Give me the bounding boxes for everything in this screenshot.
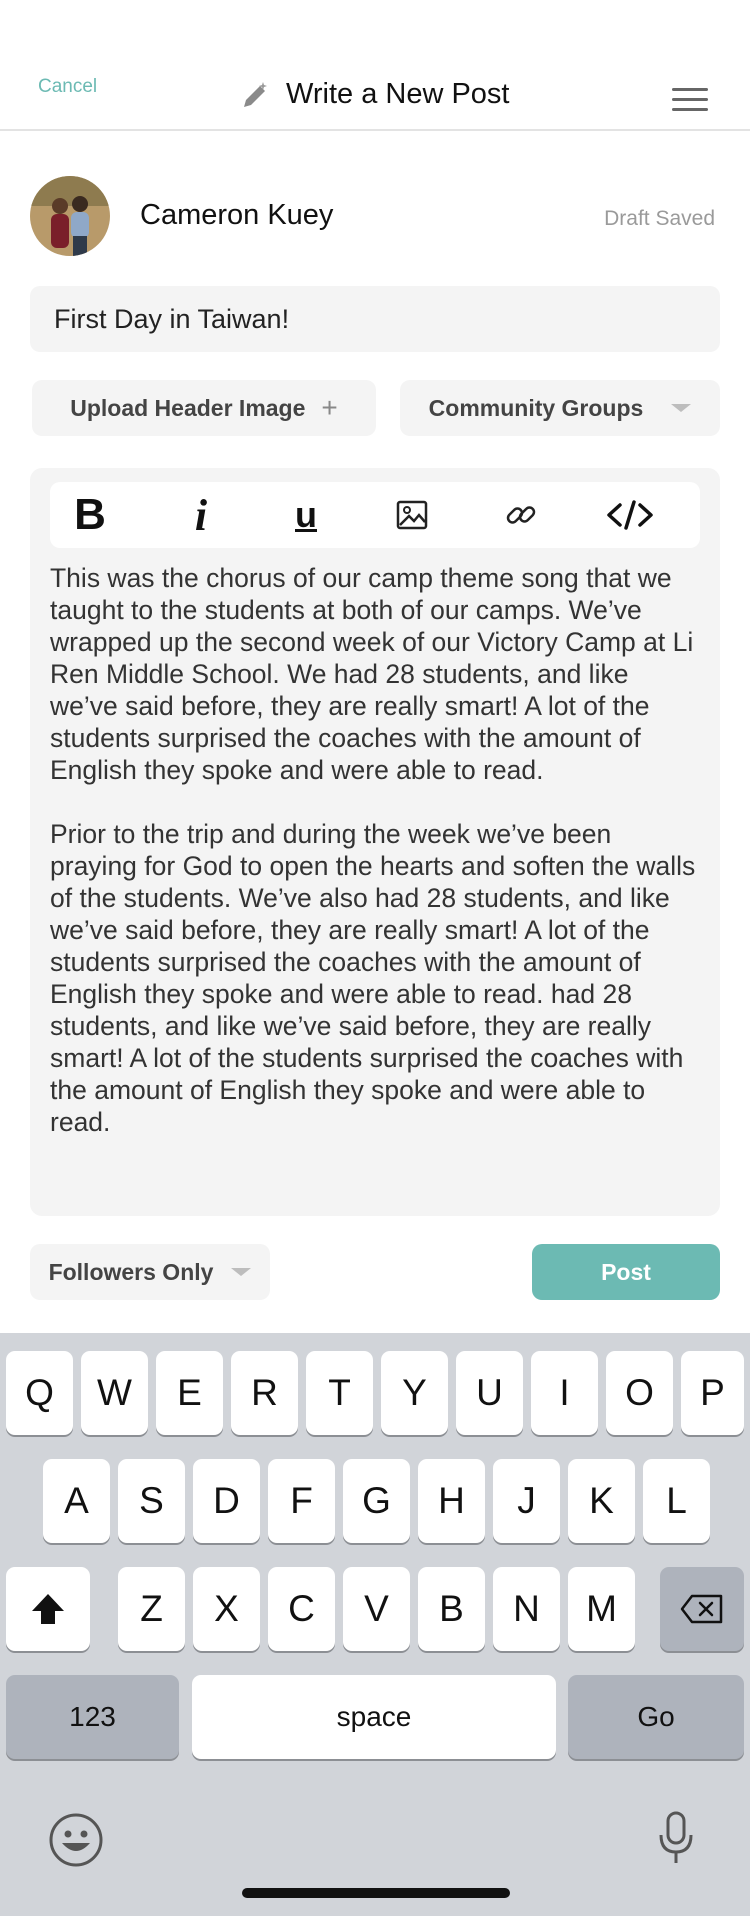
key-g[interactable]: G [343,1459,410,1543]
key-t[interactable]: T [306,1351,373,1435]
bold-button[interactable]: B [60,482,120,548]
draft-status: Draft Saved [604,207,715,230]
backspace-key[interactable] [660,1567,744,1651]
avatar [30,176,110,256]
key-h[interactable]: H [418,1459,485,1543]
author-name: Cameron Kuey [140,199,334,231]
key-j[interactable]: J [493,1459,560,1543]
key-x[interactable]: X [193,1567,260,1651]
code-icon[interactable] [600,482,660,548]
chevron-down-icon [231,1268,252,1276]
cancel-button[interactable]: Cancel [38,76,97,98]
post-editor[interactable]: B i u This was the chorus of our camp th… [30,468,720,1216]
upload-header-image-label: Upload Header Image [70,394,306,421]
post-paragraph: This was the chorus of our camp theme so… [50,563,694,785]
key-b[interactable]: B [418,1567,485,1651]
plus-icon: + [321,392,338,423]
italic-button[interactable]: i [171,482,231,548]
key-f[interactable]: F [268,1459,335,1543]
key-w[interactable]: W [81,1351,148,1435]
key-k[interactable]: K [568,1459,635,1543]
home-indicator [242,1888,510,1898]
key-o[interactable]: O [606,1351,673,1435]
post-title-input[interactable] [30,286,720,352]
post-paragraph: Prior to the trip and during the week we… [50,819,696,1137]
key-c[interactable]: C [268,1567,335,1651]
visibility-dropdown[interactable]: Followers Only [30,1244,270,1300]
microphone-icon[interactable] [656,1810,696,1866]
visibility-label: Followers Only [48,1258,214,1285]
insert-image-icon[interactable] [382,482,442,548]
page-title: Write a New Post [286,78,510,110]
key-y[interactable]: Y [381,1351,448,1435]
key-l[interactable]: L [643,1459,710,1543]
community-groups-dropdown[interactable]: Community Groups [400,380,720,436]
upload-header-image-button[interactable]: Upload Header Image + [32,380,376,436]
numbers-key[interactable]: 123 [6,1675,179,1759]
key-q[interactable]: Q [6,1351,73,1435]
formatting-toolbar: B i u [50,482,700,548]
key-z[interactable]: Z [118,1567,185,1651]
emoji-icon[interactable] [48,1812,104,1868]
underline-button[interactable]: u [276,482,336,548]
post-body-text[interactable]: This was the chorus of our camp theme so… [50,562,700,1170]
key-e[interactable]: E [156,1351,223,1435]
shift-key[interactable] [6,1567,90,1651]
backspace-icon [680,1594,723,1624]
key-i[interactable]: I [531,1351,598,1435]
key-n[interactable]: N [493,1567,560,1651]
key-s[interactable]: S [118,1459,185,1543]
key-m[interactable]: M [568,1567,635,1651]
insert-link-icon[interactable] [491,482,551,548]
hamburger-menu-icon[interactable] [672,88,708,112]
community-groups-label: Community Groups [428,394,644,421]
key-a[interactable]: A [43,1459,110,1543]
key-u[interactable]: U [456,1351,523,1435]
key-r[interactable]: R [231,1351,298,1435]
app-header: Cancel Write a New Post [0,0,750,131]
key-d[interactable]: D [193,1459,260,1543]
post-button[interactable]: Post [532,1244,720,1300]
shift-icon [32,1594,64,1624]
go-key[interactable]: Go [568,1675,744,1759]
on-screen-keyboard: Q W E R T Y U I O P A S D F G H J K L Z … [0,1333,750,1916]
header-title-group: Write a New Post [240,78,509,111]
chevron-down-icon [671,404,692,412]
key-p[interactable]: P [681,1351,744,1435]
space-key[interactable]: space [192,1675,556,1759]
pencil-icon [244,81,267,107]
key-v[interactable]: V [343,1567,410,1651]
